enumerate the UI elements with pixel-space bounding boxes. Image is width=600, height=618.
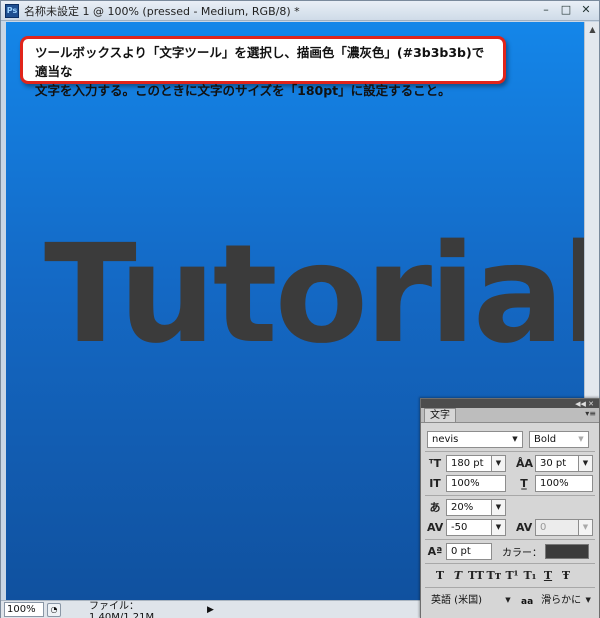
all-caps-button[interactable]: TT bbox=[467, 569, 485, 582]
chevron-down-icon[interactable]: ▼ bbox=[578, 456, 592, 471]
baseline-shift-value: 0 pt bbox=[451, 546, 471, 557]
chevron-down-icon[interactable]: ▼ bbox=[574, 432, 588, 447]
chevron-down-icon[interactable]: ▼ bbox=[491, 456, 505, 471]
text-style-buttons: T T TT Tт T¹ T₁ T Ŧ bbox=[431, 569, 575, 582]
faux-italic-button[interactable]: T bbox=[449, 569, 467, 582]
tracking-icon: AV bbox=[516, 520, 533, 534]
font-size-icon: ᵀT bbox=[428, 456, 442, 470]
chevron-down-icon[interactable]: ▼ bbox=[491, 500, 505, 515]
status-info-icon[interactable]: ◔ bbox=[47, 602, 61, 617]
panel-menu-icon[interactable]: ▾≡ bbox=[585, 409, 596, 418]
panel-collapse-bar[interactable]: ◀◀ ✕ bbox=[421, 399, 599, 408]
tsume-field[interactable]: 20% ▼ bbox=[446, 499, 506, 516]
chevron-down-icon[interactable]: ▼ bbox=[581, 593, 595, 608]
character-panel: ◀◀ ✕ 文字 ▾≡ nevis ▼ Bold ▼ ᵀT 180 pt ▼ ÅA bbox=[420, 398, 600, 618]
kerning-value: -50 bbox=[451, 522, 468, 533]
window-title: 名称未設定 1 @ 100% (pressed - Medium, RGB/8)… bbox=[24, 4, 300, 18]
baseline-color-row: Aª 0 pt カラー： bbox=[427, 543, 589, 560]
small-caps-button[interactable]: Tт bbox=[485, 569, 503, 582]
scale-row: IT 100% T̲ 100% bbox=[427, 475, 593, 492]
chevron-down-icon[interactable]: ▼ bbox=[508, 432, 522, 447]
antialias-value: 滑らかに bbox=[541, 595, 582, 606]
font-style-value: Bold bbox=[534, 434, 557, 445]
underline-button[interactable]: T bbox=[539, 569, 557, 582]
baseline-shift-field[interactable]: 0 pt bbox=[446, 543, 492, 560]
horizontal-scale-icon: T̲ bbox=[520, 476, 528, 490]
tsume-value: 20% bbox=[451, 502, 474, 513]
status-bar: 100% ◔ ファイル：1.40M/1.21M ▶ bbox=[1, 600, 421, 618]
leading-icon: ÅA bbox=[516, 456, 534, 470]
tutorial-text-layer[interactable]: Tutorial bbox=[44, 227, 584, 363]
font-row: nevis ▼ Bold ▼ bbox=[427, 431, 589, 448]
scroll-up-icon[interactable]: ▲ bbox=[585, 22, 600, 38]
subscript-button[interactable]: T₁ bbox=[521, 569, 539, 582]
antialias-select[interactable]: 滑らかに ▼ bbox=[537, 593, 596, 610]
file-size-info: ファイル：1.40M/1.21M bbox=[89, 600, 155, 618]
divider bbox=[425, 539, 595, 540]
tracking-field[interactable]: 0 ▼ bbox=[535, 519, 593, 536]
close-button[interactable]: ✕ bbox=[577, 3, 595, 18]
document-window: Ps 名称未設定 1 @ 100% (pressed - Medium, RGB… bbox=[0, 0, 600, 618]
maximize-button[interactable]: □ bbox=[557, 3, 575, 18]
font-style-select[interactable]: Bold ▼ bbox=[529, 431, 589, 448]
color-label: カラー： bbox=[502, 548, 542, 559]
minimize-button[interactable]: – bbox=[537, 3, 555, 18]
divider bbox=[425, 495, 595, 496]
callout-line-1: ツールボックスより「文字ツール」を選択し、描画色「濃灰色」(#3b3b3b)で適… bbox=[35, 45, 485, 79]
panel-tab-bar: 文字 ▾≡ bbox=[421, 408, 599, 423]
zoom-level-field[interactable]: 100% bbox=[4, 602, 44, 617]
size-leading-row: ᵀT 180 pt ▼ ÅA 30 pt ▼ bbox=[427, 455, 593, 472]
title-bar[interactable]: Ps 名称未設定 1 @ 100% (pressed - Medium, RGB… bbox=[1, 1, 599, 21]
instruction-callout: ツールボックスより「文字ツール」を選択し、描画色「濃灰色」(#3b3b3b)で適… bbox=[20, 36, 506, 98]
faux-bold-button[interactable]: T bbox=[431, 569, 449, 582]
chevron-down-icon[interactable]: ▼ bbox=[491, 520, 505, 535]
language-select[interactable]: 英語 (米国) ▼ bbox=[427, 593, 515, 610]
window-controls: – □ ✕ bbox=[537, 3, 595, 18]
tsume-icon: あ bbox=[429, 500, 441, 514]
kerning-row: AV -50 ▼ AV 0 ▼ bbox=[427, 519, 593, 536]
font-family-select[interactable]: nevis ▼ bbox=[427, 431, 523, 448]
callout-line-2: 文字を入力する。このときに文字のサイズを「180pt」に設定すること。 bbox=[35, 83, 451, 98]
divider bbox=[425, 587, 595, 588]
kerning-icon: AV bbox=[427, 520, 444, 534]
tab-character[interactable]: 文字 bbox=[424, 408, 456, 422]
language-value: 英語 (米国) bbox=[431, 595, 482, 606]
antialias-icon: aa bbox=[521, 596, 534, 607]
kerning-field[interactable]: -50 ▼ bbox=[446, 519, 506, 536]
vertical-scale-field[interactable]: 100% bbox=[446, 475, 506, 492]
superscript-button[interactable]: T¹ bbox=[503, 569, 521, 582]
vertical-scale-value: 100% bbox=[451, 478, 480, 489]
tracking-value: 0 bbox=[540, 522, 547, 533]
tsume-row: あ 20% ▼ bbox=[427, 499, 506, 516]
leading-value: 30 pt bbox=[540, 458, 567, 469]
vertical-scale-icon: IT bbox=[429, 476, 441, 490]
baseline-shift-icon: Aª bbox=[427, 544, 443, 558]
text-color-swatch[interactable] bbox=[545, 544, 589, 559]
leading-field[interactable]: 30 pt ▼ bbox=[535, 455, 593, 472]
language-row: 英語 (米国) ▼ aa 滑らかに ▼ bbox=[427, 593, 596, 610]
chevron-down-icon[interactable]: ▼ bbox=[578, 520, 592, 535]
photoshop-app-icon: Ps bbox=[5, 3, 19, 18]
status-menu-arrow-icon[interactable]: ▶ bbox=[207, 605, 214, 615]
font-family-value: nevis bbox=[432, 434, 459, 445]
horizontal-scale-value: 100% bbox=[540, 478, 569, 489]
font-size-field[interactable]: 180 pt ▼ bbox=[446, 455, 506, 472]
horizontal-scale-field[interactable]: 100% bbox=[535, 475, 593, 492]
divider bbox=[425, 563, 595, 564]
font-size-value: 180 pt bbox=[451, 458, 484, 469]
chevron-down-icon[interactable]: ▼ bbox=[501, 593, 515, 608]
divider bbox=[425, 451, 595, 452]
strikethrough-button[interactable]: Ŧ bbox=[557, 569, 575, 582]
